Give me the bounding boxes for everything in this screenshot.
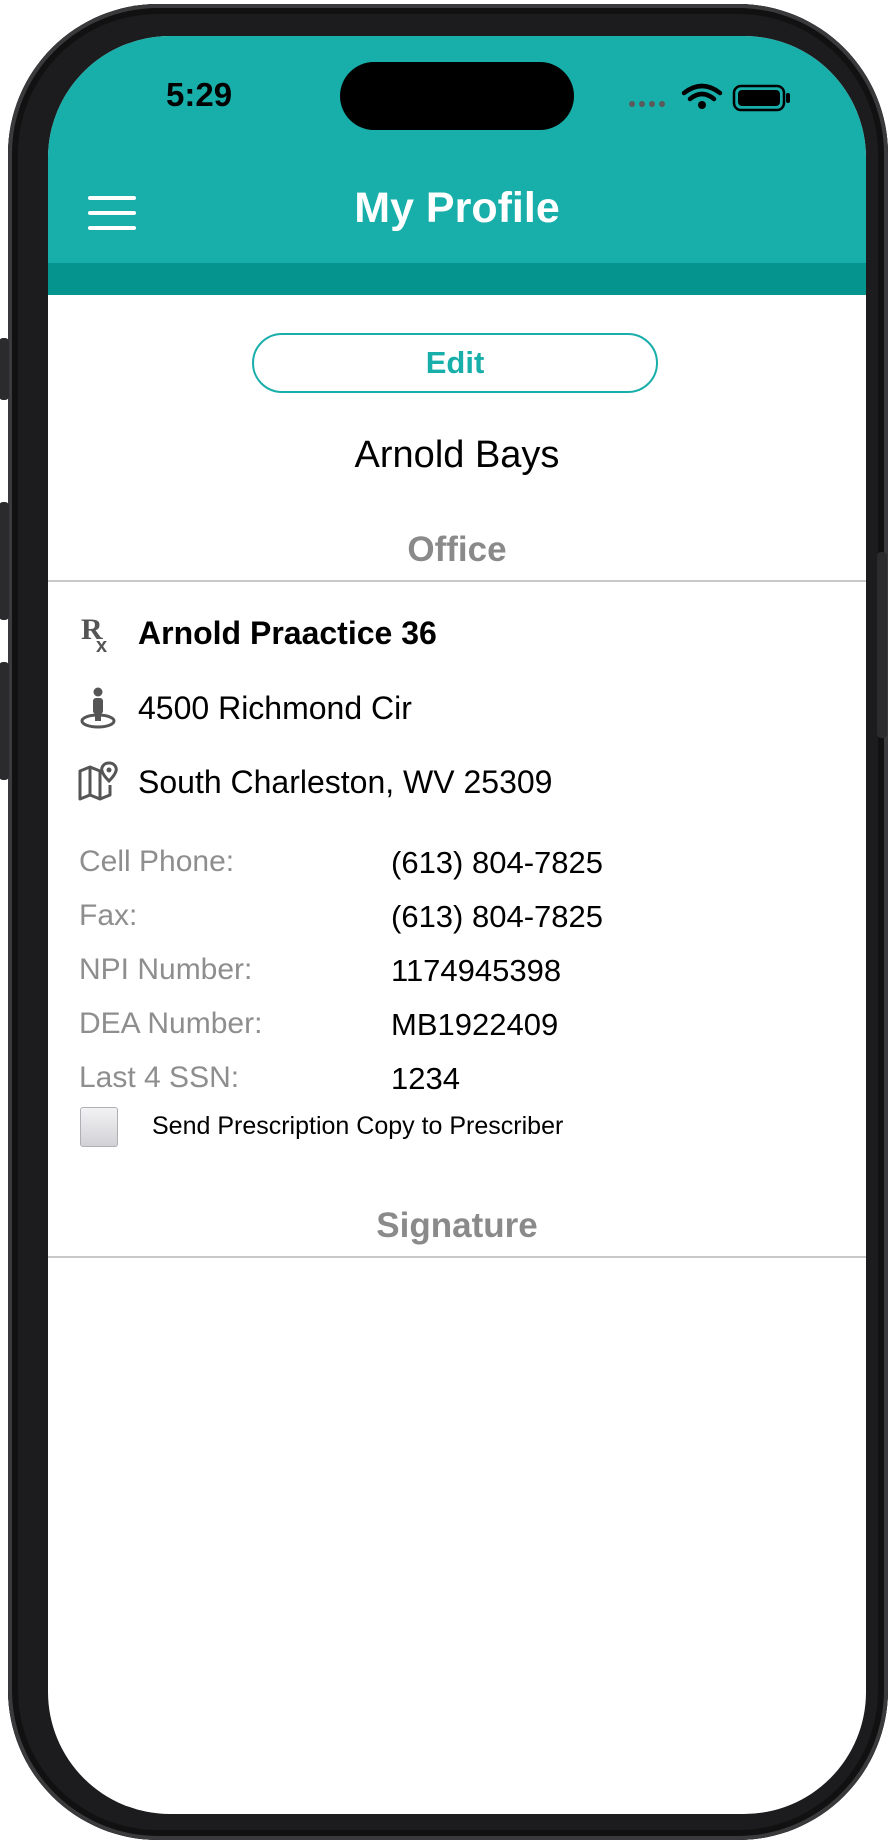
map-pin-icon	[78, 760, 118, 804]
cell-phone-label: Cell Phone:	[79, 845, 235, 878]
status-icons	[629, 83, 790, 112]
cell-phone-value: (613) 804-7825	[391, 845, 603, 880]
person-location-icon	[78, 686, 118, 730]
dea-number-label: DEA Number:	[79, 1007, 263, 1040]
battery-icon	[732, 84, 790, 112]
cellular-signal-icon	[629, 101, 665, 107]
volume-down-button	[0, 662, 9, 780]
office-section-title: Office	[407, 530, 507, 569]
app-screen: 5:29 My Profile Edit Arnold Bays Office …	[48, 36, 866, 1814]
phone-frame: 5:29 My Profile Edit Arnold Bays Office …	[0, 4, 888, 1840]
npi-number-value: 1174945398	[391, 953, 562, 988]
send-copy-checkbox[interactable]	[80, 1107, 118, 1147]
practice-name: Arnold Praactice 36	[138, 614, 437, 651]
city-state-zip: South Charleston, WV 25309	[138, 763, 553, 800]
fax-value: (613) 804-7825	[391, 899, 603, 934]
dynamic-island	[340, 62, 574, 130]
city-row: South Charleston, WV 25309	[78, 758, 552, 806]
rx-icon: R x	[78, 611, 118, 655]
signature-section-title: Signature	[376, 1206, 538, 1245]
app-header: 5:29 My Profile	[48, 36, 866, 263]
address-line: 4500 Richmond Cir	[138, 689, 412, 726]
address-row: 4500 Richmond Cir	[78, 684, 412, 732]
fax-label: Fax:	[79, 899, 138, 932]
page-title: My Profile	[354, 184, 560, 232]
action-button	[0, 338, 9, 400]
power-button	[877, 552, 887, 738]
npi-number-label: NPI Number:	[79, 953, 253, 986]
volume-up-button	[0, 502, 9, 620]
send-copy-label: Send Prescription Copy to Prescriber	[152, 1112, 564, 1140]
svg-text:x: x	[96, 635, 107, 653]
office-divider	[48, 580, 866, 582]
status-time: 5:29	[166, 76, 233, 113]
signature-area[interactable]	[48, 1258, 866, 1798]
practice-row: R x Arnold Praactice 36	[78, 609, 437, 657]
dea-number-value: MB1922409	[391, 1007, 559, 1042]
last-4-ssn-label: Last 4 SSN:	[79, 1061, 240, 1094]
wifi-icon	[681, 83, 723, 102]
edit-button[interactable]: Edit	[252, 333, 658, 393]
user-name: Arnold Bays	[354, 434, 560, 476]
header-accent-band	[48, 263, 866, 295]
last-4-ssn-value: 1234	[391, 1061, 460, 1096]
